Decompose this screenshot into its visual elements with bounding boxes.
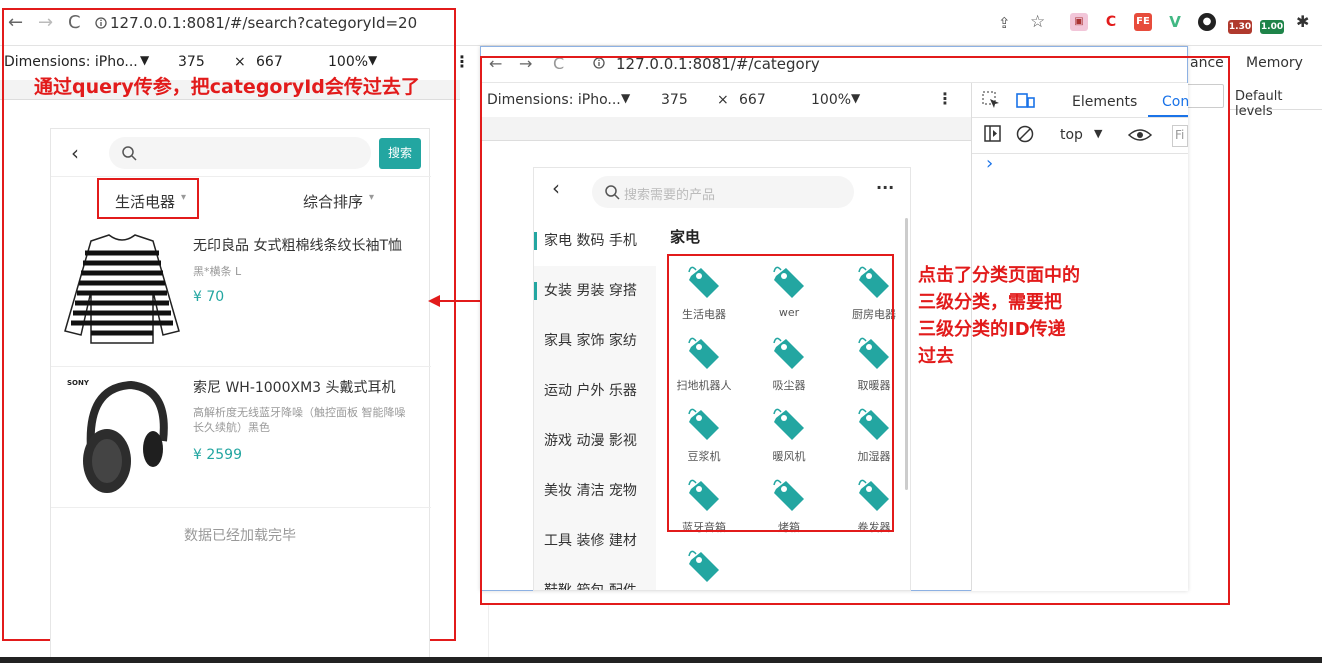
back-icon[interactable]: ‹ [71,141,79,165]
extension-badge-1[interactable]: 1.30 [1228,20,1252,34]
divider [488,605,489,657]
product-item[interactable]: SONY 索尼 WH-1000XM3 头戴式耳机 高解析度无线蓝牙降噪（触控面板… [51,367,431,507]
filter-sort[interactable]: 综合排序 [303,191,363,212]
load-complete-text: 数据已经加载完毕 [184,528,296,544]
annotation-text-right: 点击了分类页面中的 三级分类，需要把 三级分类的ID传递 过去 [918,265,1080,367]
divider [51,507,431,508]
extension-icon-2[interactable]: C [1102,13,1120,31]
extension-badge-2[interactable]: 1.00 [1260,20,1284,34]
product-image-headphones [83,380,168,493]
caret-icon: ▾ [369,192,375,203]
annotation-text-left: 通过query传参，把categoryId会传过去了 [34,76,420,98]
share-icon[interactable]: ⇪ [998,14,1011,32]
puzzle-icon[interactable]: ✱ [1296,12,1309,31]
annotation-box-filter [97,178,199,219]
extension-icon-3[interactable]: FE [1134,13,1152,31]
extension-icon-1[interactable]: ▣ [1070,13,1088,31]
star-icon[interactable]: ☆ [1030,12,1045,32]
more-options-icon[interactable]: ⋮ [454,52,470,71]
search-button[interactable]: 搜索 [379,138,421,169]
product-item[interactable]: 无印良品 女式粗棉线条纹长袖T恤 黑*横条 L ¥ 70 [51,221,431,366]
default-levels-select[interactable]: Default levels [1235,89,1322,119]
product-image-shirt [64,234,180,344]
product-price: ¥ 2599 [193,447,242,463]
tab-memory[interactable]: Memory [1246,55,1303,71]
product-desc: 高解析度无线蓝牙降噪（触控面板 智能降噪 长久续航）黑色 [193,406,406,434]
search-icon [122,146,137,161]
bottom-bar [0,657,1322,663]
annotation-box-grid [667,254,894,532]
product-title: 索尼 WH-1000XM3 头戴式耳机 [193,380,396,396]
product-desc: 黑*横条 L [193,265,242,278]
vue-devtools-icon[interactable]: V [1166,13,1184,31]
divider [51,176,431,177]
product-price: ¥ 70 [193,289,225,305]
extension-icon-5[interactable]: ● [1198,13,1216,31]
product-title: 无印良品 女式粗棉线条纹长袖T恤 [193,238,403,254]
search-input[interactable] [109,137,371,169]
